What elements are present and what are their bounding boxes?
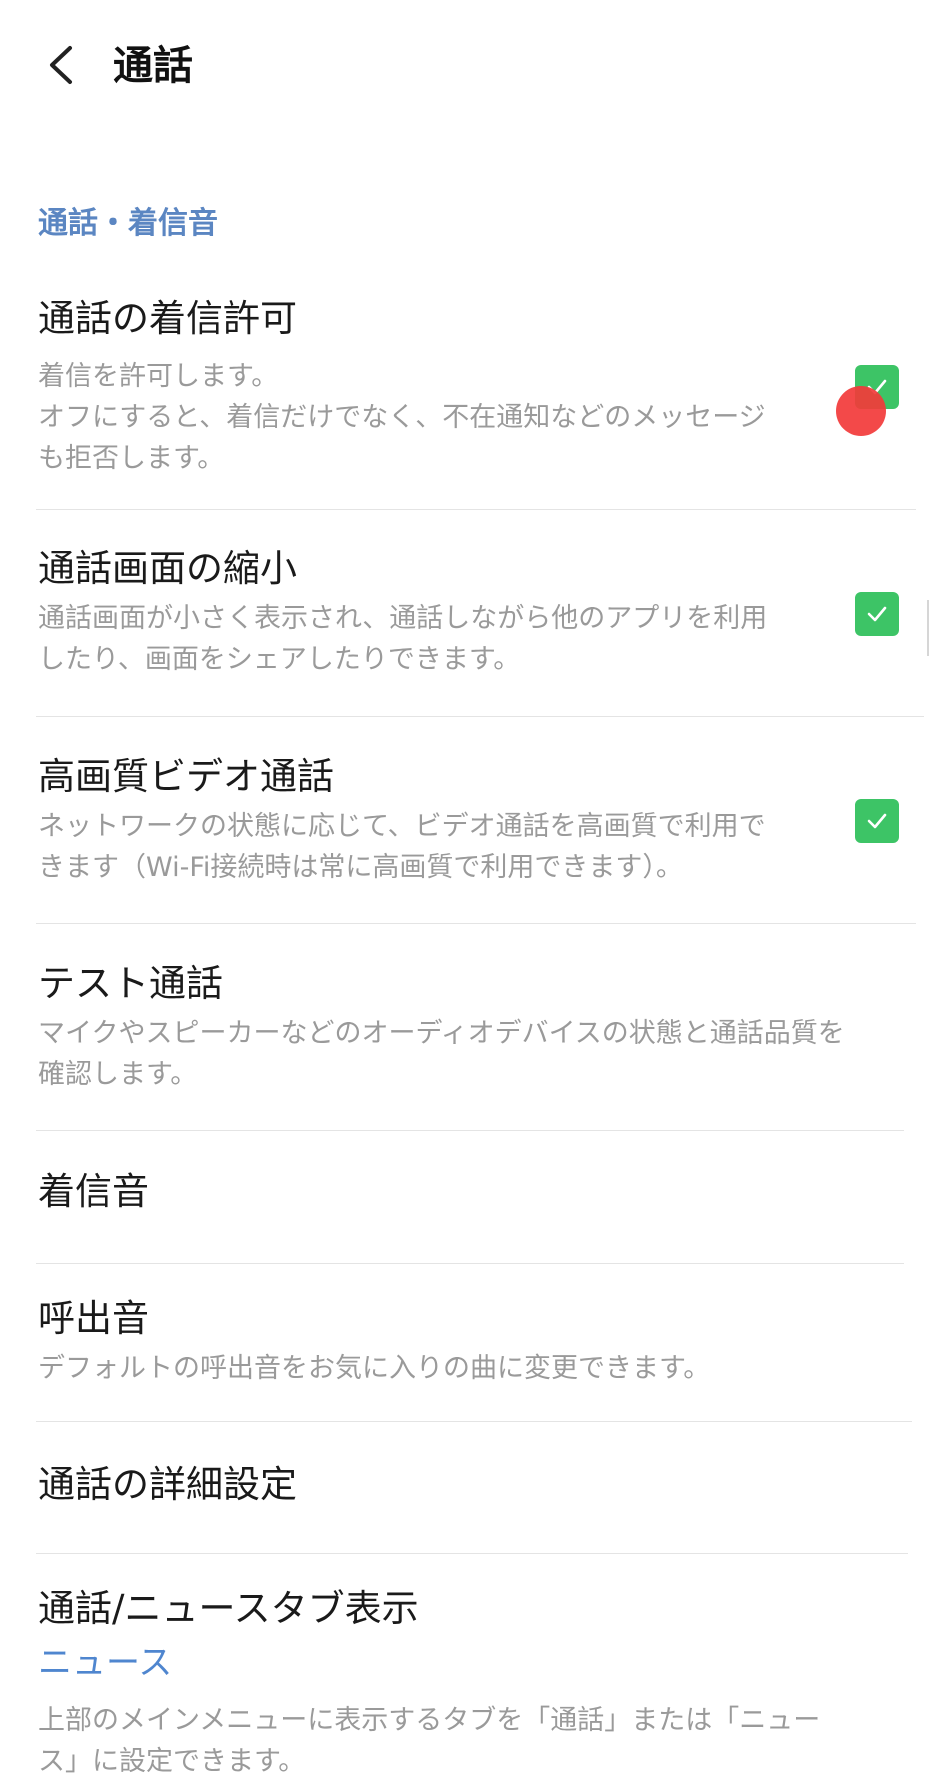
section-header: 通話・着信音 [38,206,218,241]
description-line: きます（Wi-Fi接続時は常に高画質で利用できます）。 [38,852,683,883]
description-line: 通話画面が小さく表示され、通話しながら他のアプリを利用 [38,603,768,634]
divider [36,1421,912,1422]
divider [36,1553,908,1554]
description-line: 上部のメインメニューに表示するタブを「通話」または「ニュー [38,1705,821,1736]
setting-value: ニュース [38,1643,173,1683]
divider [36,1263,904,1264]
description-line: マイクやスピーカーなどのオーディオデバイスの状態と通話品質を [38,1018,845,1049]
setting-description: 着信を許可します。 オフにすると、着信だけでなく、不在通知などのメッセージ も拒… [38,356,818,479]
setting-description: デフォルトの呼出音をお気に入りの曲に変更できます。 [38,1348,908,1389]
description-line: したり、画面をシェアしたりできます。 [38,644,521,675]
scroll-edge-mark [927,600,929,656]
divider [36,716,924,717]
setting-item-test-call[interactable]: テスト通話 マイクやスピーカーなどのオーディオデバイスの状態と通話品質を 確認し… [0,955,936,1125]
setting-item-ringback-tone[interactable]: 呼出音 デフォルトの呼出音をお気に入りの曲に変更できます。 [0,1290,936,1415]
setting-title: 高画質ビデオ通話 [38,755,334,798]
touch-indicator [836,386,886,436]
chevron-left-icon [50,46,72,84]
checkmark-icon [867,606,887,622]
divider [36,1130,904,1131]
setting-item-tab-display[interactable]: 通話/ニュースタブ表示 ニュース 上部のメインメニューに表示するタブを「通話」ま… [0,1580,936,1777]
description-line: 確認します。 [38,1059,198,1090]
description-line: ス」に設定できます。 [38,1746,306,1777]
checkbox-checked[interactable] [855,592,899,636]
setting-title: 着信音 [38,1170,149,1213]
checkmark-icon [867,813,887,829]
setting-title: 通話の詳細設定 [38,1463,297,1506]
description-line: も拒否します。 [38,443,225,474]
divider [36,923,916,924]
divider [36,509,916,510]
setting-item-advanced-settings[interactable]: 通話の詳細設定 [0,1440,936,1550]
description-line: ネットワークの状態に応じて、ビデオ通話を高画質で利用で [38,811,766,842]
setting-description: ネットワークの状態に応じて、ビデオ通話を高画質で利用で きます（Wi-Fi接続時… [38,806,818,888]
setting-title: 通話画面の縮小 [38,547,297,590]
setting-item-call-permission[interactable]: 通話の着信許可 着信を許可します。 オフにすると、着信だけでなく、不在通知などの… [0,290,936,510]
description-line: 着信を許可します。 [38,361,279,392]
setting-description: 通話画面が小さく表示され、通話しながら他のアプリを利用 したり、画面をシェアした… [38,598,818,680]
description-line: オフにすると、着信だけでなく、不在通知などのメッセージ [38,402,766,433]
setting-description: マイクやスピーカーなどのオーディオデバイスの状態と通話品質を 確認します。 [38,1013,908,1095]
setting-title: 通話の着信許可 [38,297,297,340]
app-header: 通話 [0,0,936,130]
back-button[interactable] [40,40,90,90]
setting-item-hd-video-call[interactable]: 高画質ビデオ通話 ネットワークの状態に応じて、ビデオ通話を高画質で利用で きます… [0,748,936,923]
description-line: デフォルトの呼出音をお気に入りの曲に変更できます。 [38,1353,711,1384]
page-title: 通話 [113,43,193,89]
setting-title: テスト通話 [38,962,223,1005]
checkbox-checked[interactable] [855,799,899,843]
setting-title: 呼出音 [38,1297,149,1340]
setting-item-ringtone[interactable]: 着信音 [0,1150,936,1260]
setting-item-call-screen-shrink[interactable]: 通話画面の縮小 通話画面が小さく表示され、通話しながら他のアプリを利用 したり、… [0,540,936,715]
setting-description: 上部のメインメニューに表示するタブを「通話」または「ニュー ス」に設定できます。 [38,1700,908,1782]
setting-title: 通話/ニュースタブ表示 [38,1587,419,1630]
